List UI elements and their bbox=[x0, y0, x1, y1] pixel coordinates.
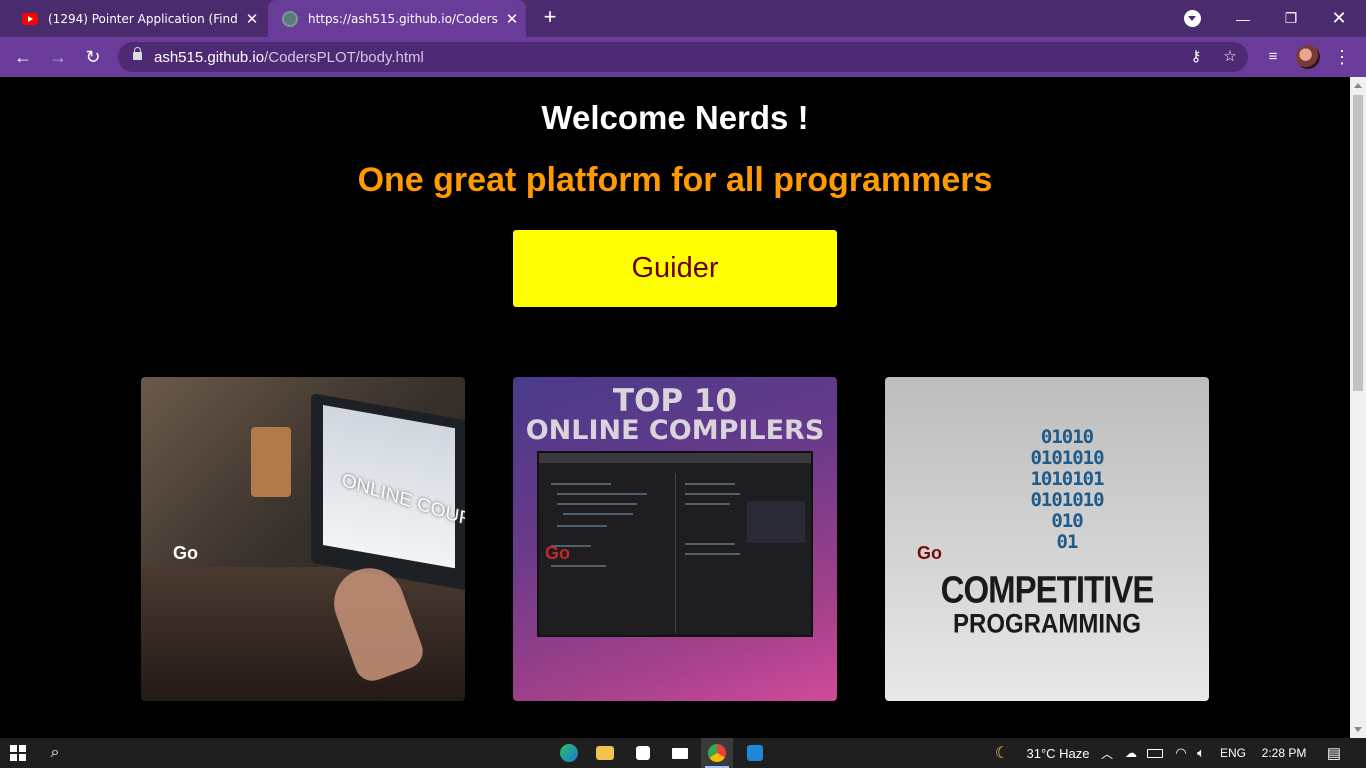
forward-icon[interactable]: → bbox=[46, 45, 70, 69]
tab-youtube[interactable]: (1294) Pointer Application (Finding t ✕ bbox=[8, 0, 266, 37]
online-compilers-card[interactable]: TOP 10 ONLINE COMPILERS Go bbox=[513, 377, 837, 701]
scroll-up-icon[interactable] bbox=[1354, 83, 1362, 88]
star-icon[interactable]: ☆ bbox=[1220, 47, 1240, 67]
browser-toolbar: ← → ↻ ash515.github.io/CodersPLOT/body.h… bbox=[0, 37, 1366, 77]
pen-cup-image bbox=[251, 427, 291, 497]
volume-icon[interactable]: 🔈︎ bbox=[1190, 738, 1212, 768]
scroll-thumb[interactable] bbox=[1353, 95, 1363, 391]
scroll-down-icon[interactable] bbox=[1354, 727, 1362, 732]
page-subheading: One great platform for all programmers bbox=[357, 161, 993, 199]
language-indicator[interactable]: ENG bbox=[1216, 738, 1250, 768]
clock[interactable]: 2:28 PM bbox=[1256, 738, 1312, 768]
new-tab-button[interactable]: + bbox=[538, 6, 562, 30]
code-line bbox=[551, 565, 606, 567]
page-scrollbar[interactable] bbox=[1350, 77, 1366, 738]
tab-title: (1294) Pointer Application (Finding t bbox=[48, 11, 238, 26]
ide-title-bar bbox=[539, 453, 811, 463]
code-line bbox=[685, 543, 735, 545]
ide-divider bbox=[675, 473, 676, 633]
reload-icon[interactable]: ↻ bbox=[81, 45, 105, 69]
binary-head-graphic: 01010 0101010 1010101 0101010 010 01 bbox=[1030, 426, 1104, 553]
tab-title: https://ash515.github.io/CodersPLOT bbox=[308, 11, 498, 26]
wifi-icon[interactable]: ◠ bbox=[1170, 738, 1192, 768]
online-course-card[interactable]: ONLINE COURSE Go bbox=[141, 377, 465, 701]
competitive-programming-card[interactable]: 01010 0101010 1010101 0101010 010 01 COMPETIT… bbox=[885, 377, 1209, 701]
youtube-icon bbox=[22, 12, 38, 25]
edge-icon[interactable] bbox=[556, 738, 582, 768]
file-explorer-icon[interactable] bbox=[592, 738, 618, 768]
competitive-title: COMPETITIVE bbox=[940, 568, 1155, 611]
code-line bbox=[685, 483, 735, 485]
search-icon[interactable]: ⌕ bbox=[40, 738, 70, 768]
video-thumbnail bbox=[747, 501, 805, 543]
mail-icon[interactable] bbox=[667, 738, 693, 768]
battery-icon[interactable] bbox=[1144, 738, 1166, 768]
globe-icon bbox=[282, 10, 298, 27]
code-line bbox=[563, 513, 633, 515]
restore-button[interactable]: ❐ bbox=[1268, 0, 1314, 37]
chevron-up-icon[interactable]: ︿ bbox=[1098, 738, 1116, 768]
notifications-icon[interactable]: ▤ bbox=[1320, 738, 1348, 768]
go-link-online-course[interactable]: Go bbox=[173, 543, 198, 564]
back-icon[interactable]: ← bbox=[11, 45, 35, 69]
browser-tab-strip: (1294) Pointer Application (Finding t ✕ … bbox=[0, 0, 1366, 37]
address-bar[interactable]: ash515.github.io/CodersPLOT/body.html ⚷ … bbox=[118, 42, 1248, 72]
close-tab-icon[interactable]: ✕ bbox=[238, 10, 266, 28]
code-line bbox=[685, 493, 740, 495]
vscode-icon[interactable] bbox=[740, 738, 770, 768]
laptop-image: ONLINE COURSE bbox=[311, 392, 465, 592]
go-link-competitive-programming[interactable]: Go bbox=[917, 543, 942, 564]
windows-logo-icon bbox=[10, 745, 26, 761]
chrome-icon[interactable] bbox=[701, 738, 733, 768]
weather-icon[interactable]: ☾ bbox=[990, 738, 1014, 768]
lock-icon[interactable] bbox=[133, 47, 142, 60]
start-button[interactable] bbox=[0, 738, 36, 768]
onedrive-icon[interactable]: ☁ bbox=[1120, 738, 1142, 768]
menu-kebab-icon[interactable]: ⋮ bbox=[1331, 46, 1353, 68]
page-heading: Welcome Nerds ! bbox=[541, 99, 809, 136]
profile-avatar[interactable] bbox=[1296, 45, 1320, 69]
tab-coders-plot[interactable]: https://ash515.github.io/CodersPLOT ✕ bbox=[268, 0, 526, 37]
guider-button[interactable]: Guider bbox=[513, 230, 837, 307]
online-course-text: ONLINE COURSE bbox=[340, 469, 465, 540]
code-line bbox=[557, 493, 647, 495]
code-line bbox=[557, 503, 637, 505]
code-line bbox=[551, 483, 611, 485]
key-icon[interactable]: ⚷ bbox=[1186, 47, 1206, 67]
compilers-title-2: ONLINE COMPILERS bbox=[525, 415, 825, 446]
url-text[interactable]: ash515.github.io/CodersPLOT/body.html bbox=[154, 49, 424, 66]
store-icon[interactable] bbox=[630, 738, 656, 768]
laptop-screen: ONLINE COURSE bbox=[323, 405, 465, 569]
code-line bbox=[685, 553, 740, 555]
web-page: Welcome Nerds ! One great platform for a… bbox=[0, 77, 1350, 738]
media-control-icon[interactable]: ≡ bbox=[1262, 46, 1284, 68]
minimize-button[interactable]: — bbox=[1220, 0, 1266, 37]
close-window-button[interactable]: ✕ bbox=[1316, 0, 1362, 37]
code-line bbox=[685, 503, 730, 505]
compilers-title-1: TOP 10 bbox=[612, 383, 738, 419]
tab-search-icon[interactable] bbox=[1184, 10, 1201, 27]
code-line bbox=[557, 525, 607, 527]
programming-title: PROGRAMMING bbox=[953, 609, 1141, 640]
ide-screenshot bbox=[537, 451, 813, 637]
windows-taskbar: ⌕ ☾ 31°C Haze ︿ ☁ ◠ 🔈︎ ENG 2:28 PM ▤ bbox=[0, 738, 1366, 768]
go-link-online-compilers[interactable]: Go bbox=[545, 543, 570, 564]
weather-text[interactable]: 31°C Haze bbox=[1020, 738, 1096, 768]
close-tab-icon[interactable]: ✕ bbox=[498, 10, 526, 28]
